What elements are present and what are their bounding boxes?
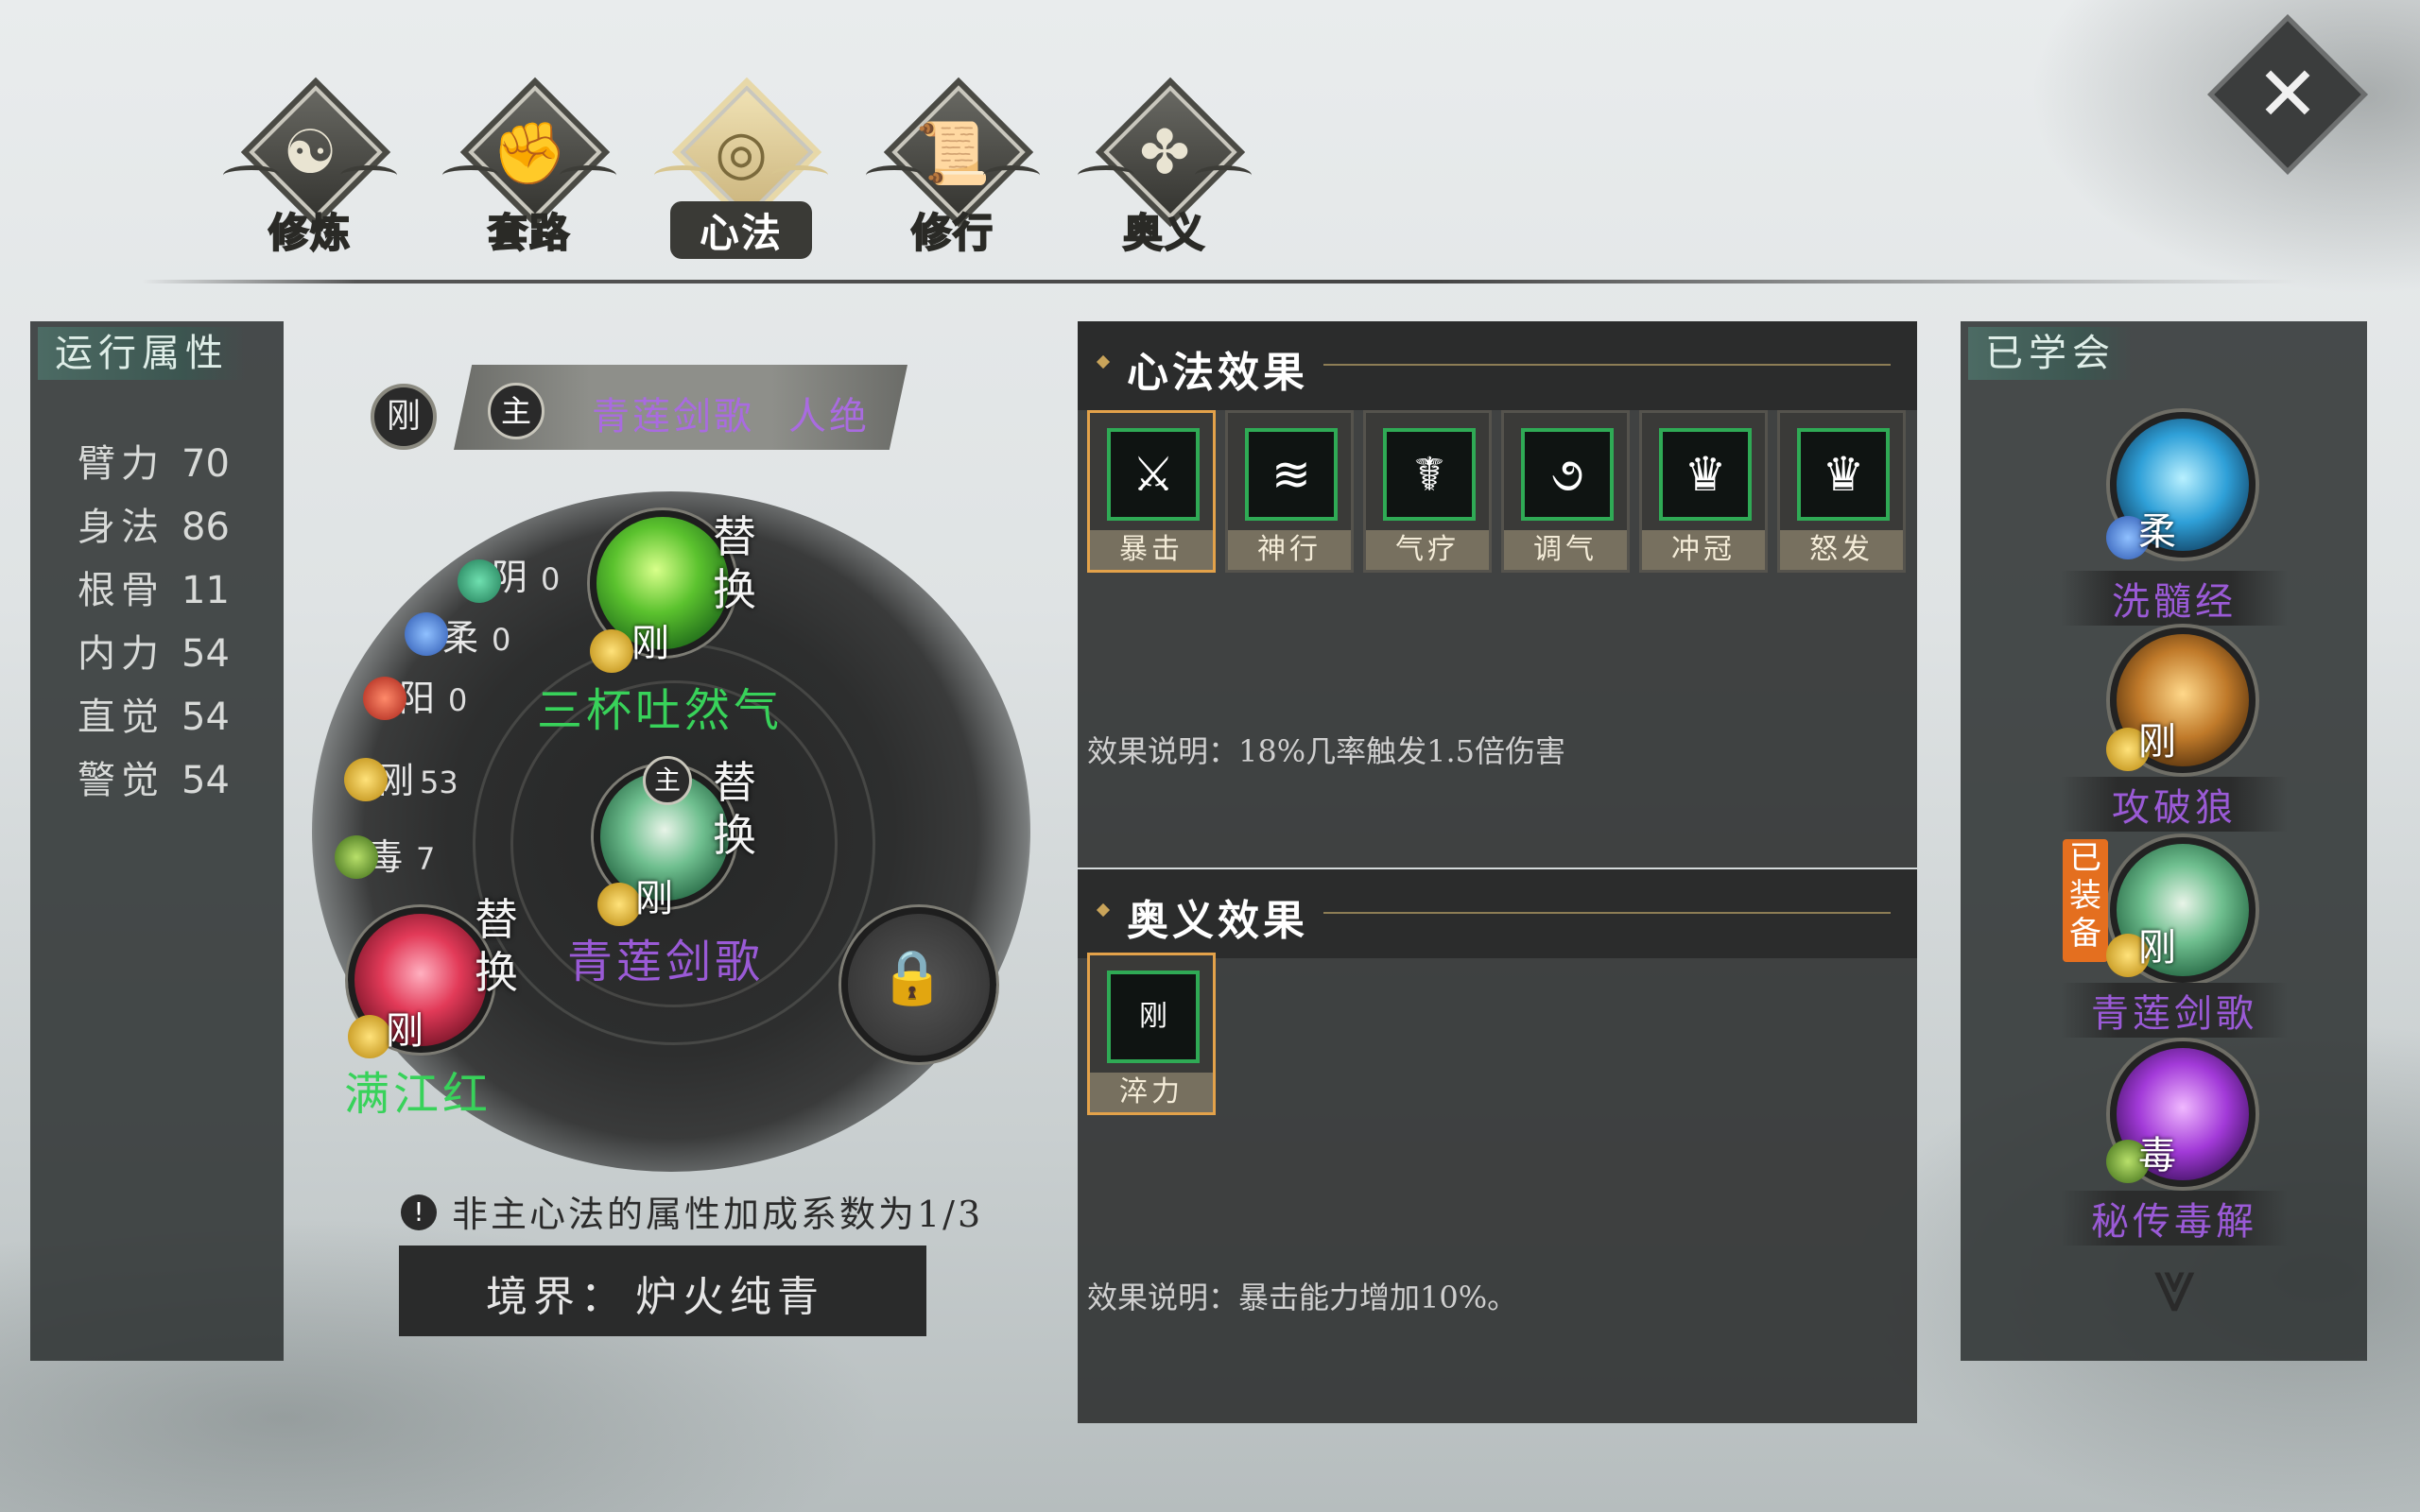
section-title: 心法效果 [1127,349,1308,397]
learned-skill-name: 青莲剑歌 [2061,983,2288,1038]
wing-ornament [983,165,1040,185]
attr-row: 直觉 54 [78,696,230,739]
skill-type: 刚 [2138,926,2176,970]
element-yin: 阴0 [492,557,561,598]
boot-icon: ≋ [1245,428,1338,521]
nav-divider [142,280,2297,284]
wing-ornament [654,165,711,185]
close-icon: ✕ [2256,50,2320,138]
tab-aoyi[interactable]: ✤ 奥义 [1070,77,1259,260]
sword-icon: ⚔ [1107,428,1200,521]
skill-type: 刚 [2138,720,2176,764]
wing-ornament [560,165,616,185]
wing-ornament [1195,165,1252,185]
note-text: 非主心法的属性加成系数为1/3 [452,1194,984,1235]
scroll-down-icon[interactable]: ⩔ [2127,1247,2221,1323]
effect-card[interactable]: ≋ 神行 [1225,410,1354,573]
header-line [1323,364,1891,366]
element-rou: 柔0 [442,617,511,659]
equipped-tag: 已装备 [2063,839,2108,962]
gang-icon: 刚 [1107,971,1200,1063]
tab-xinfa[interactable]: ◎ 心法 [647,77,836,260]
wing-ornament [771,165,828,185]
wing-ornament [442,165,499,185]
wing-ornament [340,165,397,185]
wing-ornament [223,165,280,185]
learned-title: 已学会 [1968,327,2133,380]
wing-ornament [866,165,923,185]
effect-card[interactable]: ♛ 怒发 [1777,410,1906,573]
swap-button[interactable]: 替换 [713,756,760,862]
mystic-card[interactable]: 刚淬力 [1087,953,1216,1115]
yin-icon [458,559,501,603]
tab-xiulian[interactable]: ☯ 修炼 [216,77,405,260]
main-skill-tier: 人绝 [788,395,870,438]
crown-icon: ♛ [1659,428,1752,521]
tab-label: 修行 [910,209,994,257]
gang-icon [344,758,388,801]
tab-xiuxing[interactable]: 📜 修行 [858,77,1047,260]
main-skill-name: 青莲剑歌 [592,395,754,438]
info-icon: ! [401,1194,437,1230]
attr-row: 身法 86 [78,506,230,549]
skill-type: 毒 [2138,1134,2176,1177]
mystic-effects-panel: 奥义效果 刚淬力 效果说明：暴击能力增加10%。 [1078,869,1917,1423]
swirl-icon: ૭ [1521,428,1614,521]
effect-description: 效果说明：18%几率触发1.5倍伤害 [1087,733,1566,769]
skill-name: 三杯吐然气 [537,684,784,737]
section-title: 奥义效果 [1127,897,1308,945]
skill-type: 刚 [631,622,669,665]
wing-ornament [1078,165,1134,185]
attributes-title: 运行属性 [38,327,246,380]
main-badge: 主 [643,756,692,805]
tab-label: 奥义 [1122,209,1206,257]
attributes-panel: 运行属性 臂力 70 身法 86 根骨 11 内力 54 直觉 54 警觉 54 [30,321,284,1361]
skill-type: 柔 [2138,510,2176,554]
swap-button[interactable]: 替换 [713,510,760,616]
attr-row: 内力 54 [78,632,230,676]
gang-badge [590,629,633,673]
section-header: 心法效果 [1078,321,1917,410]
realm-label: 境界： [486,1273,628,1321]
attr-row: 根骨 11 [78,569,230,612]
learned-skill-name: 攻破狼 [2061,777,2288,832]
poison-icon [335,835,378,879]
tab-taolu[interactable]: ✊ 套路 [435,77,624,260]
skill-type: 刚 [386,1009,424,1053]
mystic-description: 效果说明：暴击能力增加10%。 [1087,1280,1518,1315]
learned-skill-name: 洗髓经 [2061,571,2288,626]
skill-type: 刚 [635,877,673,920]
skill-name: 满江红 [344,1068,493,1121]
header-line [1323,912,1891,914]
attr-row: 臂力 70 [78,442,230,486]
tab-label: 修炼 [268,209,352,257]
effect-card[interactable]: ♛ 冲冠 [1639,410,1768,573]
main-badge: 主 [488,383,544,439]
diamond-ornament [1096,354,1111,369]
tab-label: 心法 [670,201,812,259]
xinfa-effects-panel: 心法效果 ⚔ 暴击 ≋ 神行 ☤ 气疗 ૭ 调气 ♛ 冲冠 ♛ 怒发 效果说明：18%几率触… [1078,321,1917,868]
element-gang: 刚 53 [378,760,458,801]
effect-card[interactable]: ⚔ 暴击 [1087,410,1216,573]
element-yang: 阳0 [399,678,468,719]
swap-button[interactable]: 替换 [475,893,522,999]
effect-card[interactable]: ☤ 气疗 [1363,410,1492,573]
attr-row: 警觉 54 [78,759,230,802]
effect-card[interactable]: ૭ 调气 [1501,410,1630,573]
section-header: 奥义效果 [1078,869,1917,958]
lock-icon: 🔒 [879,947,945,1008]
diamond-ornament [1096,902,1111,918]
rage-icon: ♛ [1797,428,1890,521]
type-badge: 刚 [371,384,437,450]
yang-icon [363,677,406,720]
skill-name: 青莲剑歌 [567,936,765,988]
learned-skill-name: 秘传毒解 [2061,1191,2288,1246]
close-button[interactable]: ✕ [2207,14,2368,175]
rou-icon [405,612,448,656]
tab-label: 套路 [487,209,571,257]
realm-value: 炉火纯青 [635,1273,824,1321]
heal-icon: ☤ [1383,428,1476,521]
